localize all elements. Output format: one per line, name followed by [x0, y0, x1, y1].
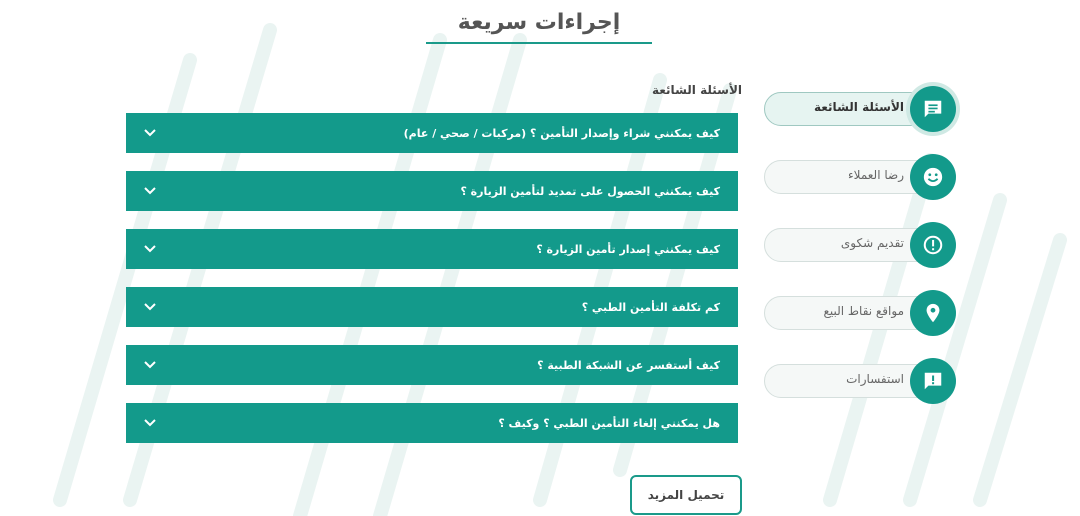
faq-item[interactable]: هل يمكنني إلغاء التأمين الطبي ؟ وكيف ؟: [126, 403, 738, 443]
faq-item[interactable]: كيف يمكنني الحصول على تمديد لتأمين الزيا…: [126, 171, 738, 211]
sidebar-item-inquiries[interactable]: استفسارات: [764, 358, 960, 427]
chevron-down-icon: [144, 129, 156, 137]
faq-section-label: الأسئلة الشائعة: [652, 83, 742, 97]
sidebar-item-label: تقديم شكوى: [840, 236, 904, 250]
sidebar-item-label: الأسئلة الشائعة: [814, 100, 904, 114]
chevron-down-icon: [144, 419, 156, 427]
chevron-down-icon: [144, 245, 156, 253]
chevron-down-icon: [144, 187, 156, 195]
chevron-down-icon: [144, 303, 156, 311]
chevron-down-icon: [144, 361, 156, 369]
location-pin-icon: [910, 290, 956, 336]
page-title: إجراءات سريعة: [457, 10, 621, 35]
page-header: إجراءات سريعة: [426, 8, 652, 44]
faq-item[interactable]: كيف يمكنني شراء وإصدار التأمين ؟ (مركبات…: [126, 113, 738, 153]
faq-question: هل يمكنني إلغاء التأمين الطبي ؟ وكيف ؟: [498, 416, 720, 430]
faq-item[interactable]: كم تكلفة التأمين الطبي ؟: [126, 287, 738, 327]
faq-question: كيف يمكنني شراء وإصدار التأمين ؟ (مركبات…: [403, 126, 720, 140]
sidebar-item-sales-locations[interactable]: مواقع نقاط البيع: [764, 290, 960, 359]
sidebar-item-customer-satisfaction[interactable]: رضا العملاء: [764, 154, 960, 223]
alert-icon: [910, 222, 956, 268]
smiley-icon: [910, 154, 956, 200]
title-underline: [426, 42, 652, 44]
sidebar-item-label: استفسارات: [846, 372, 904, 386]
faq-list: كيف يمكنني شراء وإصدار التأمين ؟ (مركبات…: [126, 113, 738, 461]
faq-item[interactable]: كيف أستفسر عن الشبكة الطبية ؟: [126, 345, 738, 385]
sidebar-item-label: رضا العملاء: [848, 168, 904, 182]
sidebar-item-faq[interactable]: الأسئلة الشائعة: [764, 86, 960, 155]
faq-question: كم تكلفة التأمين الطبي ؟: [581, 300, 720, 314]
faq-question: كيف يمكنني إصدار تأمين الزيارة ؟: [536, 242, 720, 256]
feedback-icon: [910, 358, 956, 404]
sidebar-item-label: مواقع نقاط البيع: [823, 304, 905, 318]
faq-question: كيف يمكنني الحصول على تمديد لتأمين الزيا…: [460, 184, 720, 198]
faq-item[interactable]: كيف يمكنني إصدار تأمين الزيارة ؟: [126, 229, 738, 269]
sidebar-item-complaint[interactable]: تقديم شكوى: [764, 222, 960, 291]
load-more-button[interactable]: تحميل المزيد: [630, 475, 742, 515]
faq-question: كيف أستفسر عن الشبكة الطبية ؟: [537, 358, 720, 372]
quick-actions-sidebar: الأسئلة الشائعة رضا العملاء تقديم شكوى م…: [764, 86, 960, 427]
chat-icon: [910, 86, 956, 132]
